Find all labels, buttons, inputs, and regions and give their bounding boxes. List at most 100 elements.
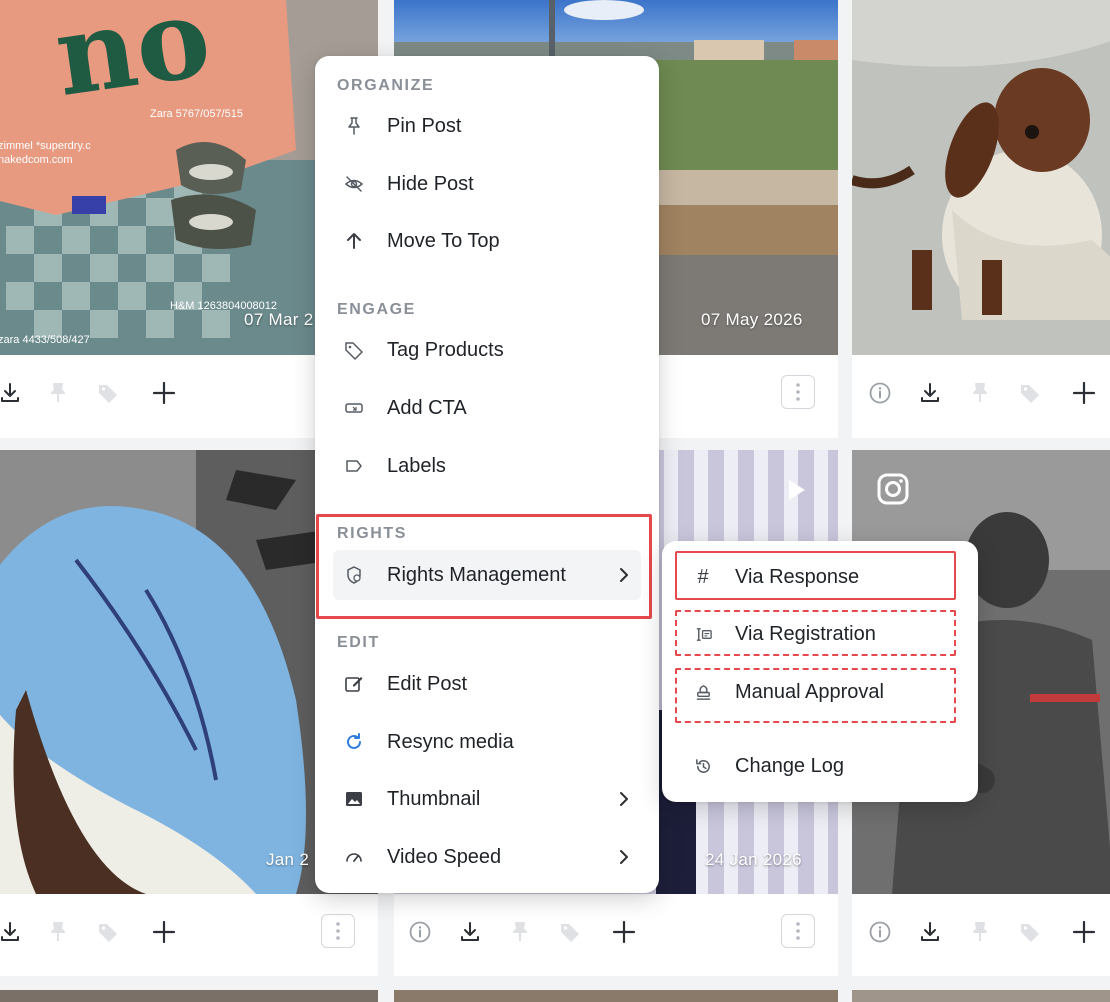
submenu-item-change-log[interactable]: Change Log bbox=[662, 743, 978, 789]
menu-item-labels[interactable]: Labels bbox=[315, 441, 659, 491]
submenu-item-label: Manual Approval bbox=[735, 680, 884, 703]
stamp-icon bbox=[692, 681, 714, 703]
more-options-button[interactable] bbox=[781, 914, 815, 948]
pin-icon bbox=[343, 115, 365, 137]
menu-item-hide-post[interactable]: Hide Post bbox=[315, 159, 659, 209]
eye-off-icon bbox=[343, 173, 365, 195]
shirt-text: nakedcom.com bbox=[0, 154, 73, 166]
tag-icon[interactable] bbox=[92, 377, 124, 409]
add-icon[interactable] bbox=[148, 916, 180, 948]
post-context-menu: ORGANIZE Pin Post Hide Post Move To Top … bbox=[315, 56, 659, 893]
menu-item-resync-media[interactable]: Resync media bbox=[315, 717, 659, 767]
arrow-up-icon bbox=[343, 230, 365, 252]
tag-icon[interactable] bbox=[92, 916, 124, 948]
add-icon[interactable] bbox=[1068, 377, 1100, 409]
menu-item-edit-post[interactable]: Edit Post bbox=[315, 659, 659, 709]
post-toolbar bbox=[394, 894, 838, 970]
edit-icon bbox=[343, 673, 365, 695]
menu-item-add-cta[interactable]: Add CTA bbox=[315, 383, 659, 433]
submenu-item-label: Via Registration bbox=[735, 622, 876, 645]
menu-item-label: Add CTA bbox=[387, 396, 467, 419]
cta-icon bbox=[343, 397, 365, 419]
menu-item-label: Edit Post bbox=[387, 672, 468, 695]
post-date: 07 May 2026 bbox=[701, 310, 803, 329]
chevron-right-icon bbox=[620, 568, 628, 582]
chevron-right-icon bbox=[620, 850, 628, 864]
menu-item-thumbnail[interactable]: Thumbnail bbox=[315, 774, 659, 824]
tag-icon[interactable] bbox=[1014, 916, 1046, 948]
menu-item-pin-post[interactable]: Pin Post bbox=[315, 101, 659, 151]
pin-icon[interactable] bbox=[964, 916, 996, 948]
instagram-icon bbox=[876, 472, 910, 506]
menu-item-label: Tag Products bbox=[387, 338, 504, 361]
info-icon[interactable] bbox=[404, 916, 436, 948]
add-icon[interactable] bbox=[148, 377, 180, 409]
info-icon[interactable] bbox=[864, 377, 896, 409]
rights-icon bbox=[343, 564, 365, 586]
tag-icon[interactable] bbox=[554, 916, 586, 948]
post-toolbar bbox=[852, 355, 1110, 431]
menu-item-label: Resync media bbox=[387, 730, 514, 753]
post-card bbox=[852, 990, 1110, 1002]
pin-icon[interactable] bbox=[42, 377, 74, 409]
download-icon[interactable] bbox=[914, 377, 946, 409]
add-icon[interactable] bbox=[608, 916, 640, 948]
shirt-text: Zara 5767/057/515 bbox=[150, 108, 243, 120]
download-icon[interactable] bbox=[0, 377, 26, 409]
menu-section-title: ORGANIZE bbox=[337, 77, 435, 94]
post-card bbox=[852, 0, 1110, 438]
refresh-icon bbox=[343, 731, 365, 753]
menu-item-label: Pin Post bbox=[387, 114, 462, 137]
post-toolbar bbox=[0, 894, 378, 970]
tag-icon bbox=[343, 339, 365, 361]
tag-icon[interactable] bbox=[1014, 377, 1046, 409]
menu-item-label: Thumbnail bbox=[387, 787, 481, 810]
pin-icon[interactable] bbox=[504, 916, 536, 948]
submenu-item-label: Via Response bbox=[735, 565, 860, 588]
download-icon[interactable] bbox=[0, 916, 26, 948]
menu-item-move-to-top[interactable]: Move To Top bbox=[315, 216, 659, 266]
shirt-text: zimmel *superdry.c bbox=[0, 140, 91, 152]
menu-section-title: ENGAGE bbox=[337, 301, 416, 318]
menu-item-label: Move To Top bbox=[387, 229, 500, 252]
menu-section-title: RIGHTS bbox=[337, 525, 408, 542]
history-icon bbox=[692, 755, 714, 777]
post-date: Jan 2 bbox=[266, 850, 310, 869]
pants-tag: zara 4433/508/427 bbox=[0, 334, 90, 346]
submenu-item-via-registration[interactable]: Via Registration bbox=[662, 611, 978, 657]
registration-icon bbox=[692, 623, 714, 645]
menu-item-rights-management[interactable]: Rights Management bbox=[333, 550, 641, 600]
more-options-button[interactable] bbox=[321, 914, 355, 948]
submenu-item-label: Change Log bbox=[735, 754, 844, 777]
menu-item-label: Labels bbox=[387, 454, 446, 477]
post-image bbox=[852, 0, 1110, 355]
menu-item-label: Hide Post bbox=[387, 172, 474, 195]
post-grid: no Zara 5767/057/515 zimmel *superdry.c … bbox=[0, 0, 1110, 1002]
more-options-button[interactable] bbox=[781, 375, 815, 409]
chevron-right-icon bbox=[620, 792, 628, 806]
rights-management-submenu: # Via Response Via Registration Manual A… bbox=[662, 541, 978, 802]
label-icon bbox=[343, 455, 365, 477]
shirt-big-word: no bbox=[47, 0, 218, 122]
submenu-item-via-response[interactable]: # Via Response bbox=[662, 554, 978, 600]
menu-item-label: Rights Management bbox=[387, 563, 566, 586]
post-date: 24 Jan 2026 bbox=[705, 850, 802, 869]
pin-icon[interactable] bbox=[964, 377, 996, 409]
post-toolbar bbox=[852, 894, 1110, 970]
menu-item-video-speed[interactable]: Video Speed bbox=[315, 832, 659, 882]
menu-item-label: Video Speed bbox=[387, 845, 502, 868]
image-icon bbox=[343, 788, 365, 810]
post-card bbox=[394, 990, 838, 1002]
menu-item-tag-products[interactable]: Tag Products bbox=[315, 325, 659, 375]
download-icon[interactable] bbox=[454, 916, 486, 948]
download-icon[interactable] bbox=[914, 916, 946, 948]
menu-section-title: EDIT bbox=[337, 634, 380, 651]
hashtag-icon: # bbox=[697, 565, 709, 588]
pin-icon[interactable] bbox=[42, 916, 74, 948]
info-icon[interactable] bbox=[864, 916, 896, 948]
post-date: 07 Mar 2 bbox=[244, 310, 314, 329]
add-icon[interactable] bbox=[1068, 916, 1100, 948]
post-media[interactable] bbox=[852, 0, 1110, 355]
post-card bbox=[0, 990, 378, 1002]
submenu-item-manual-approval[interactable]: Manual Approval bbox=[662, 669, 978, 715]
